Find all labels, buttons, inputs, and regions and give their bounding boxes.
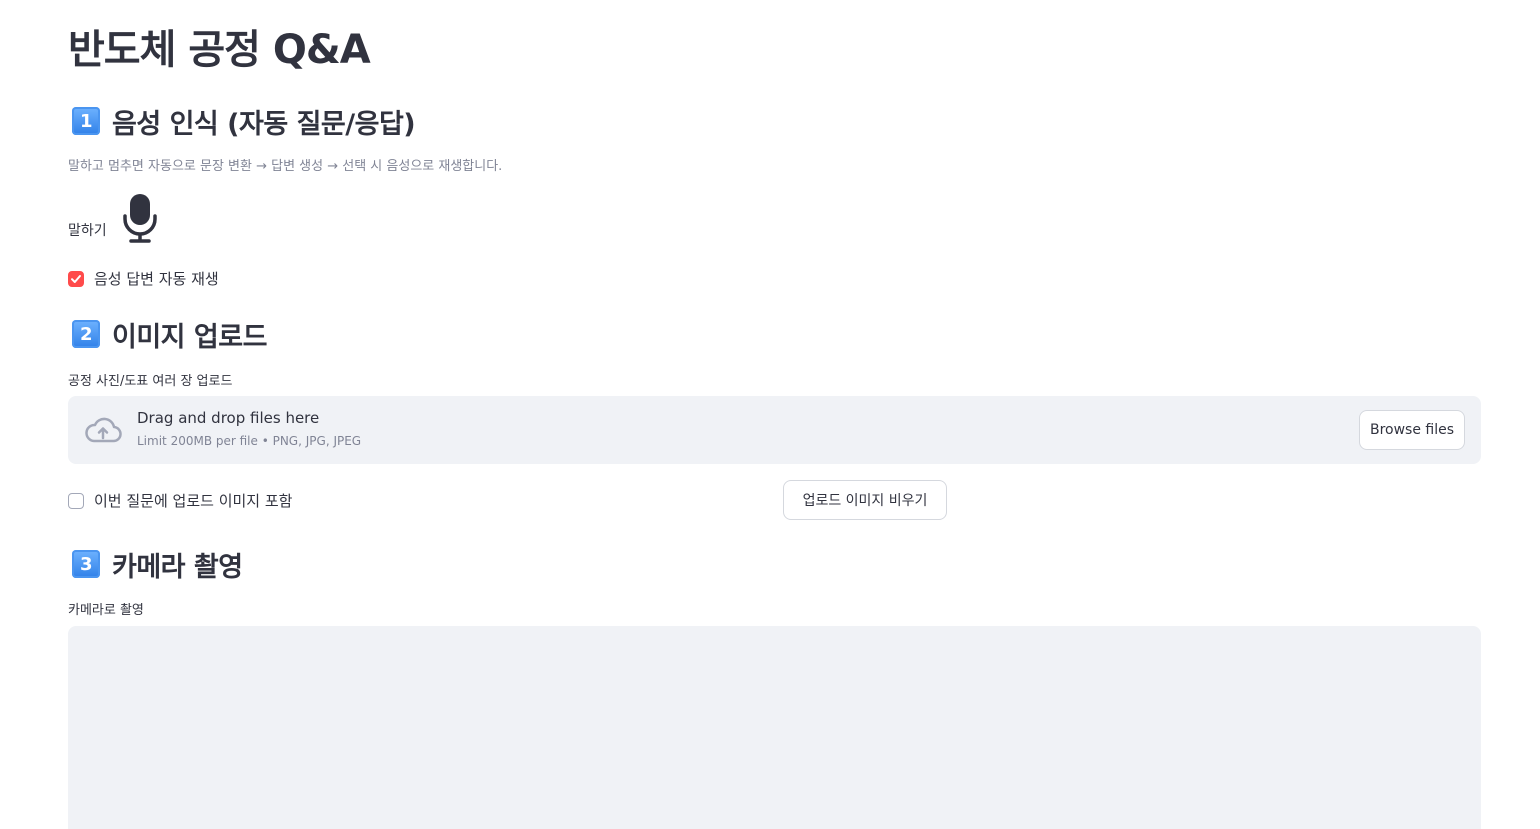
camera-preview[interactable]	[68, 626, 1481, 829]
clear-uploads-button[interactable]: 업로드 이미지 비우기	[783, 480, 947, 520]
mic-row: 말하기	[68, 192, 159, 244]
checkbox-unchecked-icon[interactable]	[68, 492, 84, 509]
section-heading-speech: 1 음성 인식 (자동 질문/응답)	[72, 102, 416, 140]
section-heading-camera: 3 카메라 촬영	[72, 545, 243, 583]
checkbox-checked-icon[interactable]	[68, 270, 84, 287]
speech-caption: 말하고 멈추면 자동으로 문장 변환 → 답변 생성 → 선택 시 음성으로 재…	[68, 159, 503, 174]
section-heading-text: 카메라 촬영	[112, 551, 243, 583]
app-main: 반도체 공정 Q&A 1 음성 인식 (자동 질문/응답) 말하고 멈추면 자동…	[0, 0, 1540, 829]
file-dropzone[interactable]: Drag and drop files here Limit 200MB per…	[68, 396, 1481, 464]
include-images-checkbox[interactable]: 이번 질문에 업로드 이미지 포함	[68, 490, 292, 511]
cloud-upload-icon	[85, 417, 122, 443]
browse-files-button[interactable]: Browse files	[1359, 410, 1465, 450]
keycap-one-icon: 1	[72, 107, 100, 135]
include-images-label: 이번 질문에 업로드 이미지 포함	[94, 492, 293, 510]
microphone-icon[interactable]	[121, 192, 159, 244]
section-heading-text: 음성 인식 (자동 질문/응답)	[112, 108, 416, 140]
dropzone-limit: Limit 200MB per file • PNG, JPG, JPEG	[137, 434, 362, 448]
uploader-label: 공정 사진/도표 여러 장 업로드	[68, 374, 233, 389]
dropzone-title: Drag and drop files here	[137, 409, 320, 427]
check-icon	[71, 274, 81, 283]
mic-label: 말하기	[68, 223, 107, 239]
section-heading-upload: 2 이미지 업로드	[72, 315, 267, 353]
section-heading-text: 이미지 업로드	[112, 321, 267, 353]
autoplay-checkbox[interactable]: 음성 답변 자동 재생	[68, 268, 219, 289]
keycap-two-icon: 2	[72, 320, 100, 348]
autoplay-label: 음성 답변 자동 재생	[94, 270, 219, 288]
page-title: 반도체 공정 Q&A	[68, 27, 371, 73]
camera-label: 카메라로 촬영	[68, 603, 144, 618]
keycap-three-icon: 3	[72, 550, 100, 578]
